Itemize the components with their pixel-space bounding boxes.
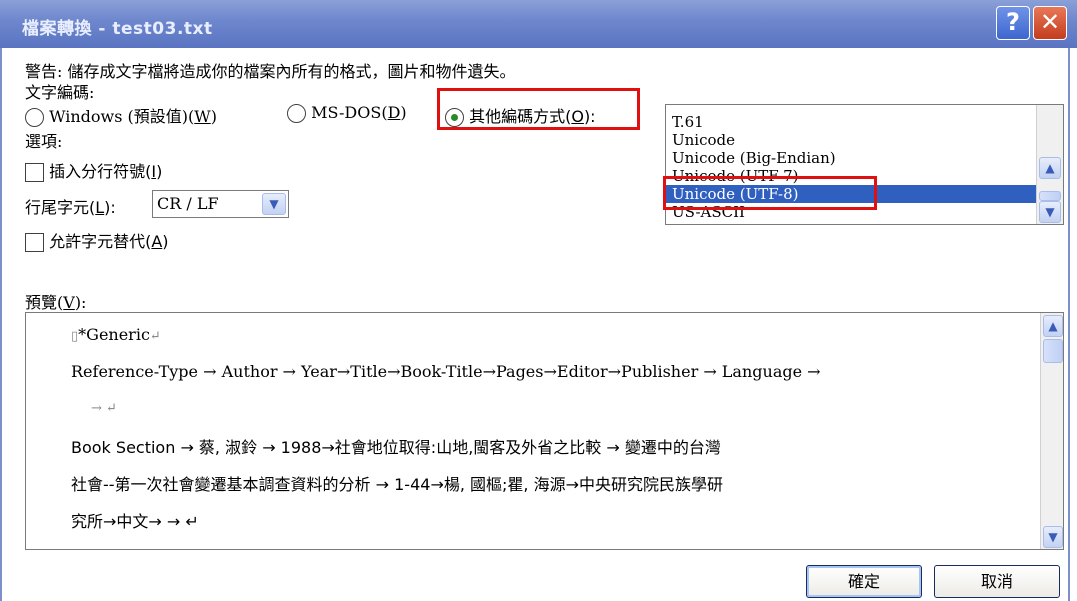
allow-substitution-label: 允許字元替代( [49,232,152,251]
help-button[interactable]: ? [996,6,1030,40]
encoding-list-item[interactable]: Unicode [666,131,1063,149]
close-icon: ✕ [1039,8,1061,36]
line-end-key: L [95,198,105,217]
radio-msdos-label: MS-DOS( [311,103,388,122]
scroll-up-icon[interactable]: ▲ [1039,157,1061,179]
scroll-down-icon[interactable]: ▼ [1043,526,1063,548]
allow-substitution-end: ) [162,232,169,251]
ok-button[interactable]: 確定 [806,565,922,598]
allow-substitution-checkbox[interactable] [25,233,44,252]
scrollbar-thumb[interactable] [1043,339,1063,363]
radio-msdos-end: ) [400,103,407,122]
encoding-list-item[interactable]: Unicode (Big-Endian) [666,149,1063,167]
title-bar: 檔案轉換 - test03.txt ? ✕ [0,0,1077,48]
scroll-up-icon[interactable]: ▲ [1043,315,1063,337]
radio-windows-end: ) [210,107,217,126]
scroll-down-icon[interactable]: ▼ [1039,201,1061,223]
preview-line: → ↵ [91,401,117,416]
preview-line: 究所→中文→ → ↵ [71,512,199,531]
file-conversion-dialog: 警告: 儲存成文字檔將造成你的檔案內所有的格式，圖片和物件遺失。 文字編碼: W… [0,48,1070,601]
preview-label: 預覽(V): [25,289,86,313]
cancel-button[interactable]: 取消 [934,565,1060,598]
preview-label-text: 預覽( [25,293,64,312]
radio-msdos-indicator[interactable] [287,104,306,123]
options-label: 選項: [25,132,63,151]
radio-windows-key: W [194,107,211,126]
preview-line: Book Section → 蔡, 淑鈴 → 1988→社會地位取得:山地,閩客… [71,438,721,457]
chevron-down-icon[interactable]: ▼ [262,193,286,215]
preview-line: ▯*Generic↵ [71,325,161,344]
line-end-end: ): [104,198,116,217]
line-end-label: 行尾字元(L): [25,194,116,218]
radio-windows[interactable]: Windows (預設值)(W) [25,103,217,127]
window-title: 檔案轉換 - test03.txt [22,19,213,39]
line-end-select[interactable]: CR / LF ▼ [152,190,289,218]
preview-label-end: ): [74,293,87,312]
encoding-scrollbar[interactable]: ▲ ▼ [1036,105,1063,224]
radio-windows-indicator[interactable] [25,108,44,127]
allow-substitution-key: A [151,232,163,251]
insert-line-breaks-label: 插入分行符號( [49,162,152,181]
radio-msdos[interactable]: MS-DOS(D) [287,103,407,123]
preview-scrollbar[interactable]: ▲ ▼ [1040,313,1063,549]
insert-line-breaks-option[interactable]: 插入分行符號(I) [25,158,162,182]
preview-line-text: *Generic [78,325,150,344]
radio-windows-label: Windows (預設值)( [49,107,195,126]
line-end-value: CR / LF [157,194,219,213]
line-end-text: 行尾字元( [25,198,96,217]
close-button[interactable]: ✕ [1033,6,1067,40]
paragraph-mark-icon: ↵ [149,329,161,344]
scrollbar-thumb[interactable] [1039,191,1061,201]
preview-line: Reference-Type → Author → Year→Title→Boo… [71,362,821,381]
radio-msdos-key: D [387,103,401,122]
highlight-box-utf8 [663,176,877,210]
preview-line: 社會--第一次社會變遷基本調查資料的分析 → 1-44→楊, 國樞;瞿, 海源→… [71,475,723,494]
encoding-label: 文字編碼: [25,83,95,102]
encoding-list-item[interactable]: T.61 [666,113,1063,131]
insert-line-breaks-checkbox[interactable] [25,163,44,182]
preview-pane[interactable]: ▯*Generic↵ Reference-Type → Author → Yea… [25,312,1064,550]
allow-substitution-option[interactable]: 允許字元替代(A) [25,228,169,252]
insert-line-breaks-end: ) [156,162,163,181]
highlight-box-other [437,88,640,130]
warning-text: 警告: 儲存成文字檔將造成你的檔案內所有的格式，圖片和物件遺失。 [25,62,516,81]
preview-label-key: V [63,293,75,312]
help-icon: ? [1006,8,1020,36]
